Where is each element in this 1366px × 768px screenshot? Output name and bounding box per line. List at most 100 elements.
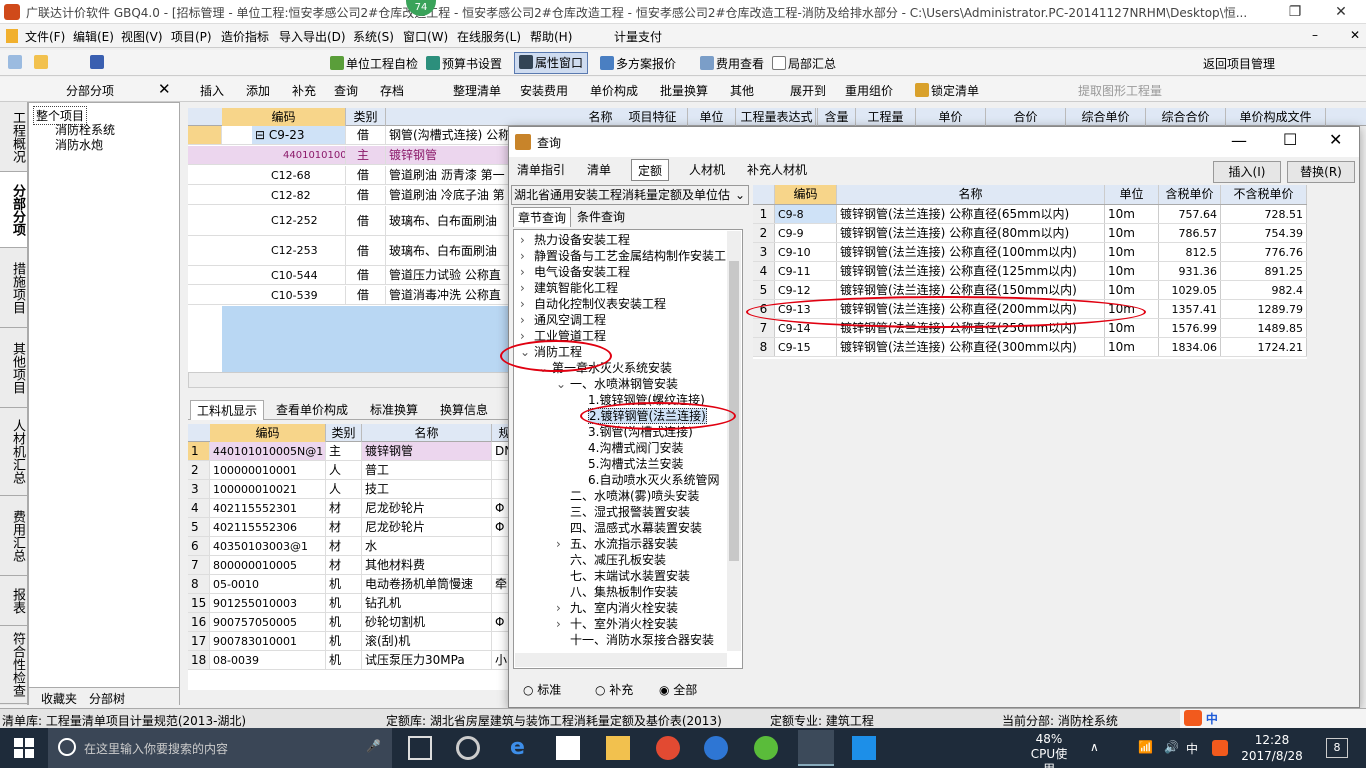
lock-list-button[interactable]: 锁定清单	[915, 82, 979, 99]
menu-import-export[interactable]: 导入导出(D)	[279, 28, 346, 45]
minimize-icon[interactable]: –	[1312, 28, 1318, 42]
menu-cost-index[interactable]: 造价指标	[221, 28, 269, 45]
microphone-icon[interactable]: 🎤	[366, 739, 381, 753]
chevron-right-icon[interactable]: ›	[520, 248, 534, 264]
table-row[interactable]: 5 402115552306 材尼龙砂轮片 Φ	[188, 518, 518, 537]
reuse-price-button[interactable]: 重用组价	[845, 82, 893, 99]
fee-view-button[interactable]: 费用查看	[700, 55, 764, 72]
col-expr[interactable]: 工程量表达式	[736, 108, 818, 126]
menu-help[interactable]: 帮助(H)	[530, 28, 572, 45]
tab-other-items[interactable]: 其他项目	[0, 328, 27, 408]
table-row[interactable]: C12-82 借 管道刷油 冷底子油 第	[188, 186, 518, 205]
col-quantity[interactable]: 工程量	[856, 108, 916, 126]
notification-icon[interactable]: 8	[1326, 738, 1348, 758]
organize-list-button[interactable]: 整理清单	[453, 82, 501, 99]
tree-node[interactable]: › 电气设备安装工程	[520, 264, 630, 280]
tree-node[interactable]: 5.沟槽式法兰安装	[574, 456, 683, 472]
col-unit-price[interactable]: 单价	[916, 108, 986, 126]
other-button[interactable]: 其他	[730, 82, 754, 99]
windows-start-icon[interactable]	[14, 738, 34, 758]
radio-standard[interactable]: ○ 标准	[523, 681, 561, 698]
tab-list[interactable]: 清单	[581, 159, 617, 181]
tab-standard-convert[interactable]: 标准换算	[364, 400, 424, 420]
tree-node[interactable]: › 五、水流指示器安装	[556, 536, 678, 552]
tab-quota[interactable]: 定额	[631, 159, 670, 181]
tree-vertical-scrollbar[interactable]	[727, 231, 741, 651]
ime-toolbar[interactable]: 中	[1180, 709, 1366, 729]
chevron-right-icon[interactable]: ›	[520, 312, 534, 328]
col-code[interactable]: 编码	[210, 424, 326, 442]
menu-online[interactable]: 在线服务(L)	[457, 28, 521, 45]
table-row[interactable]: 2 C9-9 镀锌钢管(法兰连接) 公称直径(80mm以内) 10m 786.57 754…	[753, 224, 1307, 243]
tree-node[interactable]: › 建筑智能化工程	[520, 280, 618, 296]
insert-button[interactable]: 插入	[200, 82, 224, 99]
tree-node[interactable]: 四、温感式水幕装置安装	[556, 520, 702, 536]
tab-convert-info[interactable]: 换算信息	[434, 400, 494, 420]
tree-node[interactable]: 八、集热板制作安装	[556, 584, 678, 600]
tree-node[interactable]: › 热力设备安装工程	[520, 232, 630, 248]
tab-materials[interactable]: 人材机汇总	[0, 408, 27, 496]
menu-window[interactable]: 窗口(W)	[403, 28, 448, 45]
horizontal-scrollbar[interactable]	[188, 372, 510, 388]
glodon-icon[interactable]	[656, 736, 680, 760]
mdi-close-icon[interactable]: ✕	[1350, 28, 1360, 42]
chevron-right-icon[interactable]: ›	[520, 280, 534, 296]
table-row[interactable]: 8 05-0010 机电动卷扬机单筒慢速牵	[188, 575, 518, 594]
col-unit[interactable]: 单位	[688, 108, 736, 126]
table-row[interactable]: 3 100000010021 人技工	[188, 480, 518, 499]
multi-scheme-button[interactable]: 多方案报价	[600, 55, 676, 72]
table-row[interactable]: 15 901255010003 机钻孔机	[188, 594, 518, 613]
dialog-maximize-icon[interactable]: ☐	[1283, 130, 1297, 149]
taskbar-search[interactable]: 在这里输入你要搜索的内容 🎤	[48, 728, 392, 768]
quota-lib-select[interactable]: 湖北省通用安装工程消耗量定额及单位估 ⌄	[511, 185, 749, 205]
table-row[interactable]: 1 440101010005N@1 主镀锌钢管 DN	[188, 442, 518, 461]
col-comp-total[interactable]: 综合合价	[1146, 108, 1226, 126]
table-row[interactable]: 6 40350103003@1 材水	[188, 537, 518, 556]
gbq-icon[interactable]	[798, 730, 834, 766]
radio-supplement[interactable]: ○ 补充	[595, 681, 633, 698]
tree-node[interactable]: 4.沟槽式阀门安装	[574, 440, 683, 456]
save-icon[interactable]	[90, 55, 106, 70]
col-type[interactable]: 类别	[326, 424, 362, 442]
tree-node[interactable]: › 九、室内消火栓安装	[556, 600, 678, 616]
task-view-icon[interactable]	[408, 736, 432, 760]
folder-icon[interactable]	[606, 736, 630, 760]
green-app-icon[interactable]	[754, 736, 778, 760]
chevron-right-icon[interactable]: ›	[556, 616, 570, 632]
tab-condition-query[interactable]: 条件查询	[573, 207, 629, 227]
table-row[interactable]: 1 C9-8 镀锌钢管(法兰连接) 公称直径(65mm以内) 10m 757.64 728…	[753, 205, 1307, 224]
table-row[interactable]: 3 C9-10 镀锌钢管(法兰连接) 公称直径(100mm以内) 10m 812.5 77…	[753, 243, 1307, 262]
col-code[interactable]: 编码	[775, 185, 837, 204]
chevron-down-icon[interactable]: ⌄	[556, 376, 570, 392]
tree-node[interactable]: › 静置设备与工艺金属结构制作安装工	[520, 248, 726, 264]
return-project-button[interactable]: 返回项目管理	[1203, 55, 1275, 72]
edge-icon[interactable]: e	[510, 736, 534, 760]
tree-node[interactable]: 二、水喷淋(雾)喷头安装	[556, 488, 699, 504]
table-row[interactable]: C10-544 借 管道压力试验 公称直	[188, 266, 518, 285]
menu-payment[interactable]: 计量支付	[614, 28, 662, 45]
tab-measures[interactable]: 措施项目	[0, 248, 27, 328]
add-button[interactable]: 添加	[246, 82, 270, 99]
table-row[interactable]: 4 402115552301 材尼龙砂轮片 Φ	[188, 499, 518, 518]
plus-app-icon[interactable]	[852, 736, 876, 760]
restore-icon[interactable]: ❐	[1272, 0, 1318, 24]
col-name[interactable]: 名称	[837, 185, 1105, 204]
radio-all[interactable]: ◉ 全部	[659, 681, 697, 698]
open-icon[interactable]	[34, 55, 50, 70]
tree-item-water-cannon[interactable]: 消防水炮	[55, 136, 103, 153]
tree-node[interactable]: › 通风空调工程	[520, 312, 606, 328]
sogou-tray-icon[interactable]	[1212, 740, 1228, 756]
install-fee-button[interactable]: 安装费用	[520, 82, 568, 99]
menu-edit[interactable]: 编辑(E)	[73, 28, 114, 45]
col-price-file[interactable]: 单价构成文件	[1226, 108, 1326, 126]
tab-labor-material[interactable]: 人材机	[683, 159, 731, 181]
tab-project-overview[interactable]: 工程概况	[0, 102, 27, 172]
col-unit[interactable]: 单位	[1105, 185, 1159, 204]
col-code[interactable]: 编码	[222, 108, 346, 126]
tree-node[interactable]: 六、减压孔板安装	[556, 552, 666, 568]
tab-list-guide[interactable]: 清单指引	[511, 159, 571, 181]
table-row[interactable]: 2 100000010001 人普工	[188, 461, 518, 480]
table-row[interactable]: 16 900757050005 机砂轮切割机 Φ	[188, 613, 518, 632]
query-button[interactable]: 查询	[334, 82, 358, 99]
tab-reports[interactable]: 报表	[0, 576, 27, 626]
